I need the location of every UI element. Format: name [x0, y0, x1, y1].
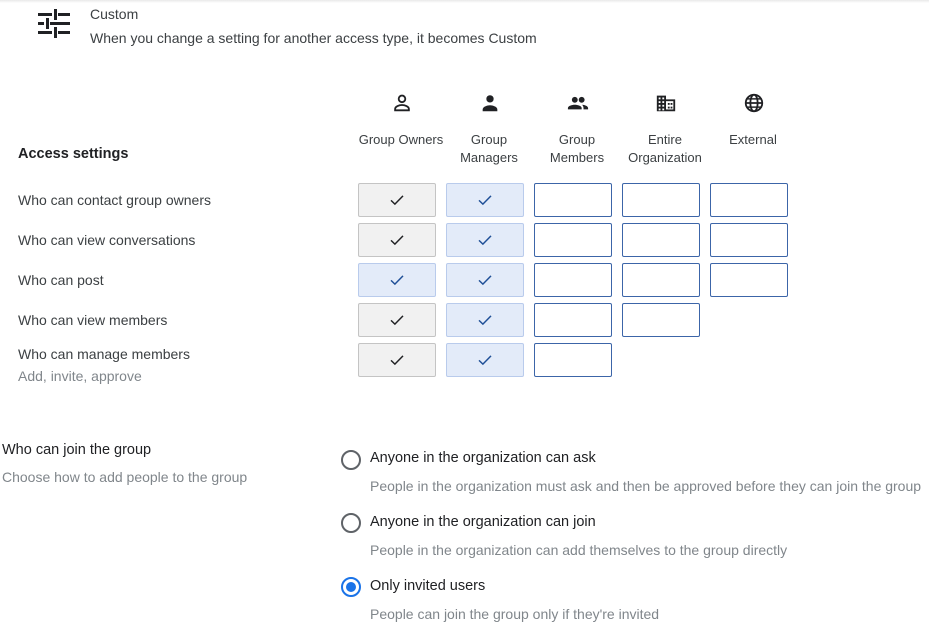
row-sublabel-manage-members: Add, invite, approve	[18, 368, 142, 384]
row-label-contact-owners: Who can contact group owners	[18, 192, 211, 208]
join-section-title: Who can join the group	[2, 442, 152, 458]
column-label-group-owners: Group Owners	[358, 132, 444, 147]
checkbox-row2-external[interactable]	[710, 223, 788, 257]
building-icon	[656, 95, 676, 112]
checkbox-row2-group-members[interactable]	[534, 223, 612, 257]
checkbox-row4-group-managers[interactable]	[446, 303, 524, 337]
globe-icon	[744, 93, 764, 113]
check-icon	[390, 315, 404, 326]
option-description-only-invited-users: People can join the group only if they'r…	[370, 606, 660, 622]
column-label-group-managers: Group Managers	[460, 132, 518, 165]
checkbox-row3-external[interactable]	[710, 263, 788, 297]
checkbox-row2-entire-organization[interactable]	[622, 223, 700, 257]
radio-anyone-can-join[interactable]	[341, 513, 361, 533]
row-label-view-members: Who can view members	[18, 312, 168, 328]
option-description-anyone-can-join: People in the organization can add thems…	[370, 542, 788, 558]
checkbox-row5-group-members[interactable]	[534, 343, 612, 377]
option-label-only-invited-users[interactable]: Only invited users	[370, 578, 485, 594]
check-icon	[478, 195, 492, 206]
check-icon	[390, 195, 404, 206]
check-icon	[478, 315, 492, 326]
check-icon	[478, 235, 492, 246]
checkbox-row5-group-owners[interactable]	[358, 343, 436, 377]
checkbox-row1-external[interactable]	[710, 183, 788, 217]
join-section-subtitle: Choose how to add people to the group	[2, 469, 248, 485]
option-label-anyone-can-join[interactable]: Anyone in the organization can join	[370, 514, 596, 530]
people-icon	[567, 96, 589, 110]
custom-title: Custom	[90, 6, 139, 22]
check-icon	[390, 235, 404, 246]
access-settings-heading: Access settings	[18, 146, 129, 162]
checkbox-row1-entire-organization[interactable]	[622, 183, 700, 217]
custom-description: When you change a setting for another ac…	[90, 30, 537, 46]
row-label-post: Who can post	[18, 272, 104, 288]
column-label-entire-organization: Entire Organization	[628, 132, 702, 165]
check-icon	[390, 275, 404, 286]
column-label-group-members: Group Members	[549, 132, 605, 165]
checkbox-row2-group-managers[interactable]	[446, 223, 524, 257]
check-icon	[478, 355, 492, 366]
top-shadow	[0, 0, 929, 3]
tune-sliders-icon	[38, 9, 70, 38]
checkbox-row3-group-owners[interactable]	[358, 263, 436, 297]
checkbox-row3-group-members[interactable]	[534, 263, 612, 297]
check-icon	[390, 355, 404, 366]
option-label-anyone-can-ask[interactable]: Anyone in the organization can ask	[370, 450, 596, 466]
checkbox-row4-entire-organization[interactable]	[622, 303, 700, 337]
person-outline-icon	[394, 94, 410, 112]
checkbox-row4-group-owners[interactable]	[358, 303, 436, 337]
column-label-external: External	[729, 132, 777, 147]
checkbox-row1-group-owners[interactable]	[358, 183, 436, 217]
checkbox-row3-group-managers[interactable]	[446, 263, 524, 297]
checkbox-row3-entire-organization[interactable]	[622, 263, 700, 297]
checkbox-row5-group-managers[interactable]	[446, 343, 524, 377]
checkbox-row2-group-owners[interactable]	[358, 223, 436, 257]
row-label-manage-members: Who can manage members	[18, 346, 190, 362]
checkbox-row4-group-members[interactable]	[534, 303, 612, 337]
check-icon	[478, 275, 492, 286]
row-label-view-conversations: Who can view conversations	[18, 232, 196, 248]
checkbox-row1-group-managers[interactable]	[446, 183, 524, 217]
checkbox-row1-group-members[interactable]	[534, 183, 612, 217]
radio-anyone-can-ask[interactable]	[341, 450, 361, 470]
person-filled-icon	[482, 95, 498, 112]
option-description-anyone-can-ask: People in the organization must ask and …	[370, 478, 922, 494]
radio-only-invited-users[interactable]	[341, 577, 361, 597]
